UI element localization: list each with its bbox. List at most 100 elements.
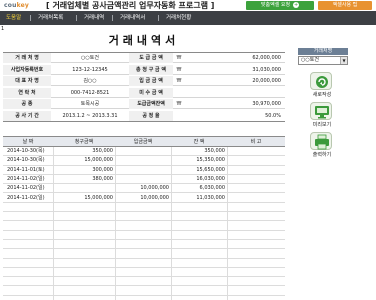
contact-label: 연 락 처 bbox=[3, 87, 51, 98]
row-balance: 15,350,000 bbox=[196, 157, 225, 164]
row-balance: 6,030,000 bbox=[199, 185, 225, 192]
row-claim: 380,000 bbox=[92, 175, 113, 182]
refresh-icon bbox=[310, 72, 332, 90]
work-type-value: 토목시공 bbox=[80, 101, 100, 107]
menu-separator bbox=[30, 15, 31, 21]
ledger-row: 2014-11-02(일) 10,000,000 6,030,000 bbox=[3, 184, 285, 194]
total-claim-label: 총 청 구 금 액 bbox=[129, 64, 173, 75]
row-date: 2014-10-30(목) bbox=[7, 157, 45, 164]
client-select-label: 거래처명 bbox=[298, 48, 348, 55]
row-deposit bbox=[115, 175, 171, 184]
ledger-empty-row bbox=[3, 277, 285, 287]
row-date: 2014-11-02(일) bbox=[7, 194, 45, 201]
contract-balance-label: 도급금액잔액 bbox=[129, 99, 173, 109]
ledger-row: 2014-10-30(목) 350,000 350,000 bbox=[3, 147, 285, 157]
contact-value: 000-7412-8521 bbox=[70, 89, 110, 96]
custom-excel-request-button[interactable]: 맞춤엑셀 요청 + bbox=[246, 1, 314, 10]
print-button[interactable]: 출력하기 bbox=[304, 132, 340, 160]
total-claim-value: 31,030,000 bbox=[252, 66, 281, 73]
row-note bbox=[227, 156, 285, 165]
won-sign bbox=[175, 88, 183, 98]
client-info-table: 거 래 처 명 ○○토건 도 급 금 액 ₩ 62,000,000 사업자등록번… bbox=[3, 52, 285, 122]
row-deposit: 10,000,000 bbox=[140, 185, 169, 192]
row-note bbox=[227, 166, 285, 175]
contract-balance-value: 30,970,000 bbox=[252, 101, 281, 107]
ledger-empty-row bbox=[3, 249, 285, 259]
ledger-empty-row bbox=[3, 212, 285, 222]
header-note: 비 고 bbox=[250, 139, 262, 145]
menu-client-status[interactable]: 거래처현황 bbox=[166, 11, 191, 25]
info-row: 대 표 자 명 김○○ 입 금 금 액 ₩ 20,000,000 bbox=[3, 76, 285, 86]
won-sign: ₩ bbox=[176, 66, 182, 73]
receivable-label: 미 수 금 액 bbox=[129, 87, 173, 98]
preview-label: 미리보기 bbox=[312, 122, 332, 128]
row-date: 2014-10-30(목) bbox=[7, 148, 45, 154]
deposit-amount-label: 입 금 금 액 bbox=[129, 76, 173, 86]
app-title: [ 거래업체별 공사금액관리 업무자동화 프로그램 ] bbox=[46, 1, 215, 10]
title-bar: coukey [ 거래업체별 공사금액관리 업무자동화 프로그램 ] 맞춤엑셀 … bbox=[0, 0, 376, 11]
excel-tips-button[interactable]: 엑셀사용 팁 bbox=[318, 1, 372, 10]
ceo-name-label: 대 표 자 명 bbox=[3, 76, 51, 86]
row-deposit bbox=[115, 156, 171, 165]
row-claim: 15,000,000 bbox=[84, 194, 113, 201]
won-sign: ₩ bbox=[176, 55, 182, 61]
monitor-icon bbox=[310, 102, 332, 120]
preview-button[interactable]: 미리보기 bbox=[304, 102, 340, 130]
deposit-amount-value: 20,000,000 bbox=[252, 78, 281, 84]
ledger-empty-row bbox=[3, 203, 285, 213]
info-row: 사업자등록번호 123-12-12345 총 청 구 금 액 ₩ 31,030,… bbox=[3, 64, 285, 75]
ledger-header-row: 날 짜 청구금액 입금금액 잔 액 비 고 bbox=[3, 137, 285, 147]
row-date: 2014-11-01(토) bbox=[7, 166, 45, 173]
menu-separator bbox=[112, 15, 113, 21]
ledger-row: 2014-10-30(목) 15,000,000 15,350,000 bbox=[3, 156, 285, 166]
row-note bbox=[227, 184, 285, 193]
menu-separator bbox=[158, 15, 159, 21]
menu-separator bbox=[76, 15, 77, 21]
client-name-label: 거 래 처 명 bbox=[3, 53, 51, 63]
header-balance: 잔 액 bbox=[193, 139, 205, 145]
client-name-value: ○○토건 bbox=[81, 55, 99, 61]
progress-rate-label: 공 정 율 bbox=[129, 110, 173, 121]
menu-statement[interactable]: 거래내역서 bbox=[120, 11, 145, 25]
logo-accent: key bbox=[16, 2, 29, 9]
menu-help[interactable]: 도움말 bbox=[6, 11, 21, 25]
ledger-row: 2014-11-02(일) 15,000,000 10,000,000 11,030,… bbox=[3, 194, 285, 203]
row-claim: 350,000 bbox=[92, 148, 113, 154]
info-row: 공 종 토목시공 도급금액잔액 ₩ 30,970,000 bbox=[3, 99, 285, 109]
row-deposit bbox=[115, 147, 171, 156]
work-type-label: 공 종 bbox=[3, 99, 51, 109]
ceo-name-value: 김○○ bbox=[83, 78, 97, 84]
plus-icon: + bbox=[293, 1, 300, 8]
logo-text: cou bbox=[4, 2, 17, 9]
ledger-empty-row bbox=[3, 259, 285, 268]
dropdown-arrow-icon[interactable]: ▼ bbox=[340, 57, 347, 64]
row-balance: 350,000 bbox=[204, 148, 225, 154]
menu-client-list[interactable]: 거래처목록 bbox=[38, 11, 63, 25]
contract-amount-label: 도 급 금 액 bbox=[129, 53, 173, 63]
ledger-empty-row bbox=[3, 268, 285, 278]
ledger-empty-row bbox=[3, 240, 285, 250]
new-statement-label: 새로작성 bbox=[312, 92, 332, 98]
won-sign: ₩ bbox=[176, 78, 182, 84]
client-select[interactable]: ○○토건 ▼ bbox=[298, 56, 348, 65]
business-number-value: 123-12-12345 bbox=[72, 66, 108, 73]
ledger-empty-row bbox=[3, 231, 285, 240]
construction-period-label: 공 사 기 간 bbox=[3, 110, 51, 121]
receivable-value bbox=[183, 88, 281, 98]
print-label: 출력하기 bbox=[312, 152, 332, 158]
row-date: 2014-11-02(일) bbox=[7, 185, 45, 192]
construction-period-value: 2013.1.2 ~ 2013.3.31 bbox=[62, 112, 118, 119]
ledger-empty-row bbox=[3, 287, 285, 296]
row-deposit bbox=[115, 166, 171, 175]
row-deposit: 10,000,000 bbox=[140, 194, 169, 201]
progress-rate-value: 50.0% bbox=[265, 112, 281, 119]
client-select-value: ○○토건 bbox=[301, 57, 319, 63]
header-deposit: 입금금액 bbox=[133, 139, 153, 145]
new-statement-button[interactable]: 새로작성 bbox=[304, 72, 340, 100]
row-note bbox=[227, 147, 285, 156]
info-row: 공 사 기 간 2013.1.2 ~ 2013.3.31 공 정 율 50.0% bbox=[3, 110, 285, 121]
row-balance: 11,030,000 bbox=[196, 194, 225, 201]
menu-transactions[interactable]: 거래내역 bbox=[84, 11, 104, 25]
row-note bbox=[227, 175, 285, 184]
row-claim: 300,000 bbox=[92, 166, 113, 173]
